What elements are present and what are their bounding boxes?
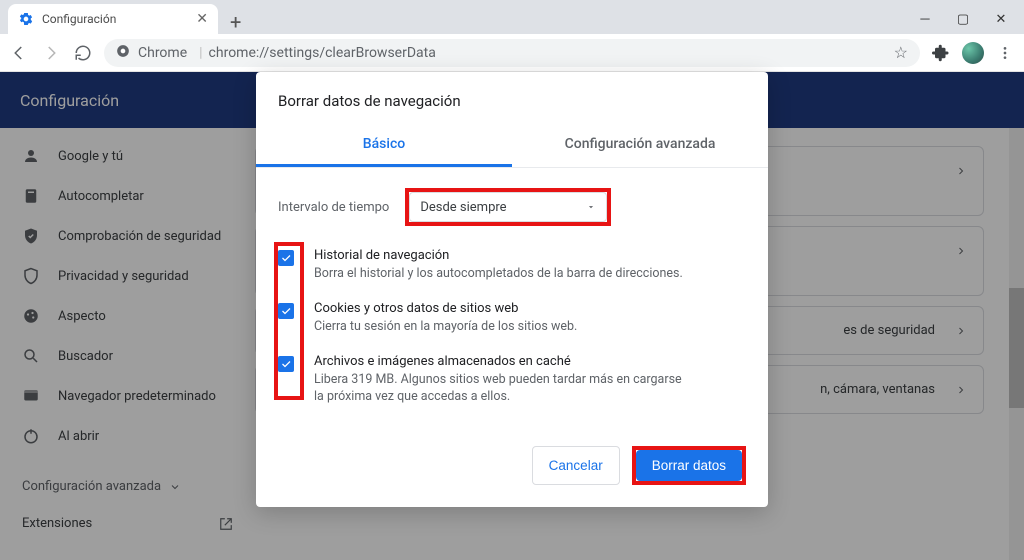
- extensions-icon[interactable]: [930, 42, 952, 64]
- menu-icon[interactable]: [994, 42, 1016, 64]
- time-range-select[interactable]: Desde siempre: [409, 192, 607, 222]
- omnibox-url: chrome://settings/clearBrowserData: [209, 45, 436, 61]
- check-item-sub: Libera 319 MB. Algunos sitios web pueden…: [314, 372, 694, 406]
- check-item-head: Archivos e imágenes almacenados en caché: [314, 354, 694, 369]
- omnibox-chip: Chrome: [138, 45, 187, 61]
- clear-browsing-data-dialog: Borrar datos de navegación Básico Config…: [256, 72, 768, 507]
- window-minimize[interactable]: ─: [918, 12, 932, 26]
- highlight-checkboxes: [274, 242, 304, 400]
- highlight-confirm: Borrar datos: [632, 446, 746, 485]
- check-item-head: Historial de navegación: [314, 248, 683, 263]
- highlight-time-range: Desde siempre: [405, 188, 611, 226]
- time-range-value: Desde siempre: [420, 200, 506, 215]
- chrome-logo-icon: [116, 44, 130, 62]
- check-item-sub: Cierra tu sesión en la mayoría de los si…: [314, 319, 577, 336]
- reload-button[interactable]: [72, 42, 94, 64]
- clear-data-button[interactable]: Borrar datos: [636, 450, 742, 481]
- titlebar: Configuración ✕ + ─ ▢ ✕: [0, 0, 1024, 34]
- forward-button[interactable]: [40, 42, 62, 64]
- time-range-label: Intervalo de tiempo: [278, 200, 389, 215]
- chevron-down-icon: [586, 202, 596, 212]
- dialog-title: Borrar datos de navegación: [256, 72, 768, 124]
- profile-avatar[interactable]: [962, 42, 984, 64]
- omnibox[interactable]: Chrome | chrome://settings/clearBrowserD…: [104, 39, 920, 67]
- tab-title: Configuración: [42, 12, 196, 26]
- toolbar: Chrome | chrome://settings/clearBrowserD…: [0, 34, 1024, 72]
- tab-basic[interactable]: Básico: [256, 124, 512, 167]
- close-icon[interactable]: ✕: [196, 11, 208, 27]
- check-item-head: Cookies y otros datos de sitios web: [314, 301, 577, 316]
- cancel-button[interactable]: Cancelar: [532, 446, 620, 485]
- gear-icon: [18, 11, 34, 27]
- window-maximize[interactable]: ▢: [956, 12, 970, 26]
- new-tab-button[interactable]: +: [218, 10, 253, 34]
- back-button[interactable]: [8, 42, 30, 64]
- window-close[interactable]: ✕: [994, 12, 1008, 26]
- star-icon[interactable]: ☆: [894, 43, 908, 62]
- tab-advanced[interactable]: Configuración avanzada: [512, 124, 768, 167]
- check-item-sub: Borra el historial y los autocompletados…: [314, 266, 683, 283]
- browser-tab[interactable]: Configuración ✕: [8, 4, 218, 34]
